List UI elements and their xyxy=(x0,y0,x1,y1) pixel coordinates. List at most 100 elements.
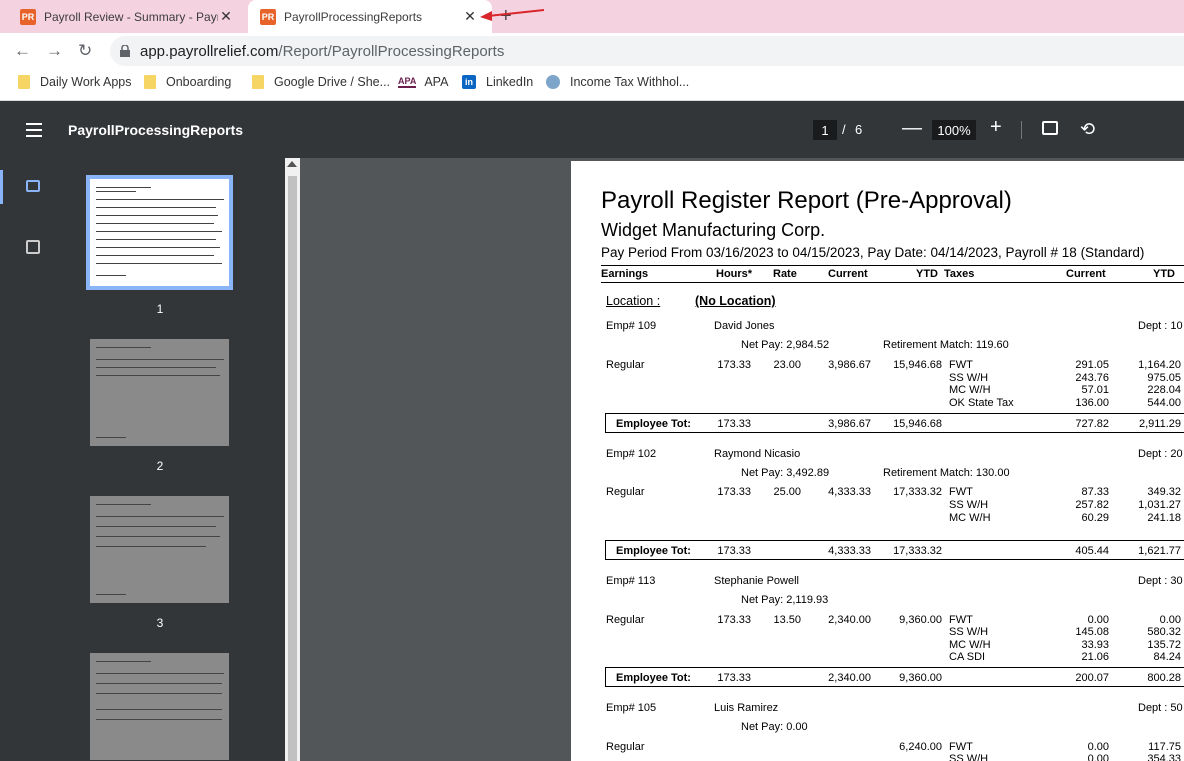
folder-icon xyxy=(18,75,30,89)
net-pay: Net Pay: 2,984.52 xyxy=(741,339,830,351)
bookmark-apa[interactable]: APA APA xyxy=(398,75,448,89)
current: 4,333.33 xyxy=(828,486,871,498)
total-tax-ytd: 2,911.29 xyxy=(1138,418,1181,430)
total-rule xyxy=(605,540,1184,541)
tax-current: 33.93 xyxy=(1081,639,1109,651)
sidebar-rail xyxy=(0,158,55,761)
bookmark-label: Onboarding xyxy=(166,75,232,89)
tax-ytd: 117.75 xyxy=(1148,741,1181,753)
zoom-level-input[interactable]: 100% xyxy=(932,120,976,140)
employee-dept: Dept : 10 xyxy=(1138,320,1183,332)
total-tax-current: 200.07 xyxy=(1075,672,1109,684)
folder-icon xyxy=(144,75,156,89)
scroll-up-arrow-icon[interactable] xyxy=(287,161,297,167)
page-total: 6 xyxy=(855,122,863,137)
payroll-relief-favicon-icon: PR xyxy=(20,8,36,25)
thumbnails-view-icon[interactable] xyxy=(26,180,40,192)
tab-payroll-processing-reports[interactable]: PR PayrollProcessingReports ✕ xyxy=(248,0,492,33)
lock-icon xyxy=(120,45,130,57)
earning-type: Regular xyxy=(606,486,645,498)
thumbnail-page-number: 1 xyxy=(156,302,164,316)
earning-type: Regular xyxy=(606,614,645,626)
thumbnail-page-number: 2 xyxy=(156,459,164,473)
back-arrow-icon[interactable]: ← xyxy=(14,41,31,61)
close-tab-icon[interactable]: ✕ xyxy=(218,8,234,25)
reload-icon[interactable]: ↻ xyxy=(78,41,92,61)
total-tax-current: 727.82 xyxy=(1075,418,1109,430)
tax-ytd: 975.05 xyxy=(1147,372,1181,384)
tab-title: PayrollProcessingReports xyxy=(284,9,423,24)
tax-current: 0.00 xyxy=(1087,741,1109,753)
annotation-arrow-icon xyxy=(480,9,545,21)
rotate-icon[interactable]: ⟲ xyxy=(1080,119,1095,140)
tax-name: OK State Tax xyxy=(949,397,1014,409)
payroll-relief-favicon-icon: PR xyxy=(260,8,276,25)
browser-toolbar: ← → ↻ app.payrollrelief.com/Report/Payro… xyxy=(0,33,1184,69)
document-title: PayrollProcessingReports xyxy=(68,122,244,138)
page-number-input[interactable]: 1 xyxy=(813,120,837,140)
col-tax-ytd: YTD xyxy=(1153,268,1175,280)
tax-current: 243.76 xyxy=(1075,372,1109,384)
bookmark-income-tax-withholding[interactable]: Income Tax Withhol... xyxy=(546,75,689,89)
ytd: 6,240.00 xyxy=(899,741,942,753)
total-tax-ytd: 1,621.77 xyxy=(1138,545,1181,557)
total-rule xyxy=(605,559,1184,560)
thumbnail-scrollbar-thumb[interactable] xyxy=(288,176,297,761)
address-bar[interactable]: app.payrollrelief.com/Report/PayrollProc… xyxy=(110,36,1184,66)
total-rule xyxy=(605,413,606,432)
bookmark-linkedin[interactable]: in LinkedIn xyxy=(462,75,533,89)
fit-to-page-icon[interactable] xyxy=(1042,121,1058,135)
zoom-out-button[interactable]: — xyxy=(902,117,922,140)
tab-title: Payroll Review - Summary - Payroll Relie… xyxy=(44,9,218,24)
page-thumbnail-4[interactable] xyxy=(90,653,229,760)
tax-ytd: 354.33 xyxy=(1147,753,1181,761)
tax-ytd: 241.18 xyxy=(1147,512,1181,524)
total-rule xyxy=(605,686,1184,687)
bookmark-google-drive[interactable]: Google Drive / She... xyxy=(252,75,390,89)
total-hours: 173.33 xyxy=(717,545,751,557)
employee-number: Emp# 109 xyxy=(606,320,657,332)
page-thumbnail-3[interactable] xyxy=(90,496,229,603)
tax-ytd: 580.32 xyxy=(1147,626,1181,638)
tab-payroll-review[interactable]: PR Payroll Review - Summary - Payroll Re… xyxy=(8,0,248,33)
ytd: 9,360.00 xyxy=(899,614,942,626)
col-earnings: Earnings xyxy=(601,268,649,280)
tax-name: FWT xyxy=(949,486,973,498)
net-pay: Net Pay: 3,492.89 xyxy=(741,467,830,479)
total-rule xyxy=(605,667,606,686)
bookmark-daily-work-apps[interactable]: Daily Work Apps xyxy=(18,75,131,89)
tax-name: FWT xyxy=(949,359,973,371)
url-host: app.payrollrelief.com xyxy=(140,42,279,60)
col-rate: Rate xyxy=(773,268,797,280)
tax-ytd: 0.00 xyxy=(1159,614,1181,626)
forward-arrow-icon[interactable]: → xyxy=(46,41,63,61)
current: 3,986.67 xyxy=(828,359,871,371)
employee-number: Emp# 105 xyxy=(606,702,657,714)
ytd: 17,333.32 xyxy=(893,486,942,498)
tax-ytd: 84.24 xyxy=(1153,651,1181,663)
tax-current: 0.00 xyxy=(1087,614,1109,626)
zoom-in-button[interactable]: + xyxy=(990,116,1002,139)
hours: 173.33 xyxy=(717,486,751,498)
bookmark-label: APA xyxy=(424,75,449,89)
total-hours: 173.33 xyxy=(717,418,751,430)
net-pay: Net Pay: 2,119.93 xyxy=(741,594,829,606)
tax-name: SS W/H xyxy=(949,499,989,511)
tax-current: 145.08 xyxy=(1075,626,1109,638)
close-tab-icon[interactable]: ✕ xyxy=(462,8,478,25)
retirement-match: Retirement Match: 119.60 xyxy=(883,339,1009,351)
tax-name: FWT xyxy=(949,741,973,753)
total-current: 2,340.00 xyxy=(828,672,871,684)
linkedin-icon: in xyxy=(462,75,476,89)
menu-icon[interactable] xyxy=(26,123,42,141)
rate: 13.50 xyxy=(773,614,801,626)
tax-ytd: 1,164.20 xyxy=(1138,359,1181,371)
tax-name: CA SDI xyxy=(949,651,986,663)
folder-icon xyxy=(252,75,264,89)
document-outline-icon[interactable] xyxy=(26,240,40,254)
page-thumbnail-2[interactable] xyxy=(90,339,229,446)
bookmarks-bar: Daily Work Apps Onboarding Google Drive … xyxy=(0,69,1184,101)
page-thumbnail-1[interactable] xyxy=(86,175,233,290)
employee-total-label: Employee Tot: xyxy=(616,545,691,557)
bookmark-onboarding[interactable]: Onboarding xyxy=(144,75,231,89)
